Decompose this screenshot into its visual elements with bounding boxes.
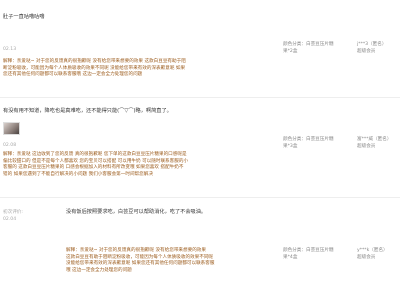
sku-info: 颜色分类：白芸豆压片糖 果*4盒	[283, 248, 334, 260]
seller-reply: 解释：亲爱哒 这边收到了您的反馈 真的很抱歉呢 您下单的这款白豆豆压片糖果的口感…	[3, 152, 189, 177]
divider	[0, 197, 400, 198]
seller-reply: 解释：亲爱哒~ 对于您的反馈真的很抱歉呢 没有给您带来想要的效果 这款白豆豆有助…	[66, 248, 215, 273]
reviewer-name: j***3（匿名） 超级会员	[357, 42, 387, 54]
divider	[0, 97, 400, 98]
review-photo[interactable]	[3, 122, 20, 135]
followup-label: 初次评价:	[3, 210, 23, 215]
sku-info: 颜色分类：白芸豆压片糖 果*2盒	[283, 42, 334, 54]
reviewer-name: 富***威（匿名） 超级会员	[357, 137, 392, 149]
review-text: 肚子一直咕噜咕噜	[3, 14, 45, 20]
reviewer-name: y***k（匿名） 超级会员	[357, 248, 388, 260]
sku-info: 颜色分类：白芸豆压片糖 果*3盒	[283, 137, 334, 149]
seller-reply: 解释：亲爱哒~ 对于您的反馈真的很抱歉呢 没有给您带来想要的效果 这款白豆豆有助…	[3, 59, 186, 78]
followup-date: 02.04	[3, 217, 17, 222]
review-date: 02.08	[3, 143, 17, 148]
review-text: 有没有用不知道，降吃也是真难吃，还不能得只能(⌒▽⌒)略，啊简直了。	[3, 108, 172, 114]
review-text: 没有饭后按照要求吃，白芸豆可以帮助消化，吃了不会吸油。	[66, 209, 207, 215]
review-date: 02.13	[3, 47, 17, 52]
